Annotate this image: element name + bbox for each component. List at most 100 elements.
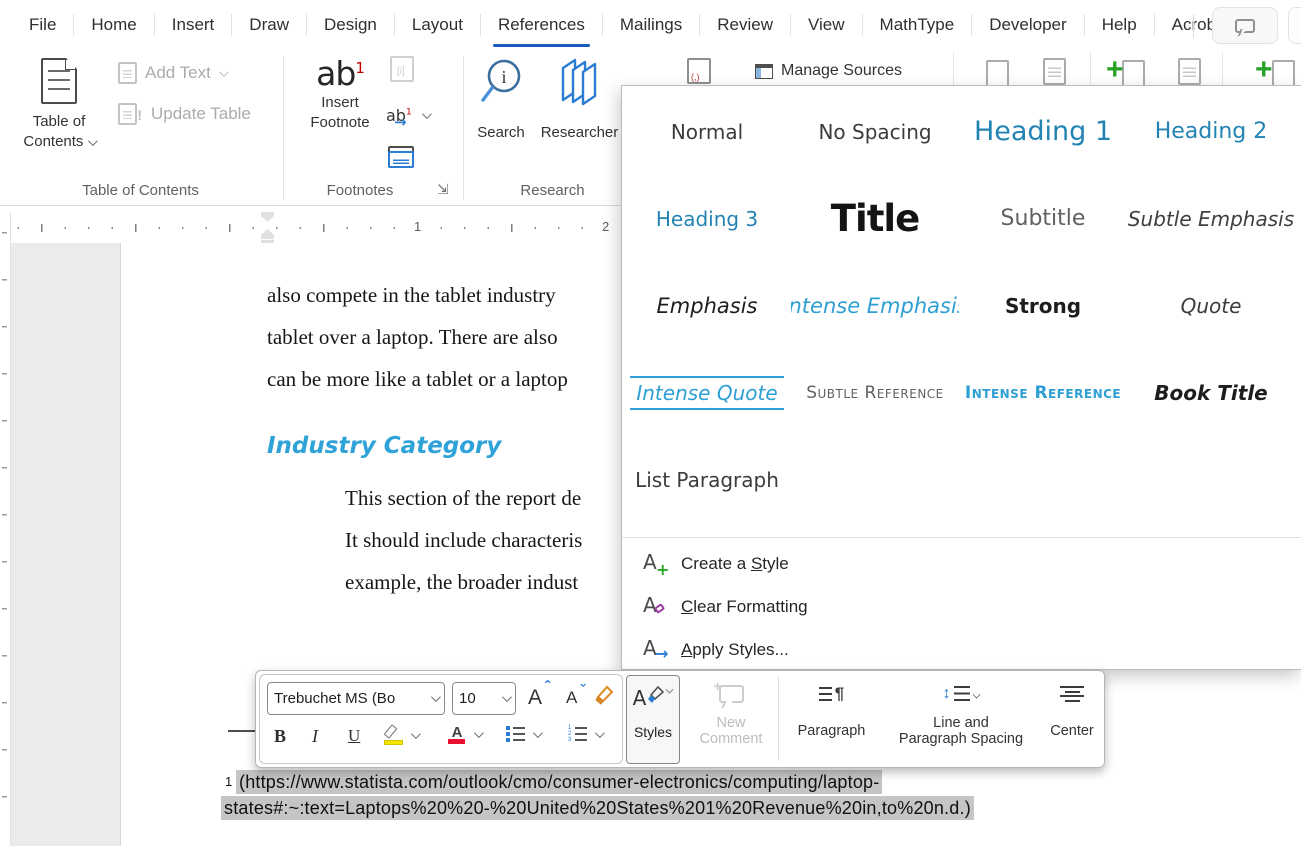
insert-caption-icon[interactable] (986, 60, 1009, 87)
font-controls-panel: Trebuchet MS (Bo 10 A A B I U (259, 674, 623, 764)
tab-view[interactable]: View (791, 0, 862, 50)
style-item-quote[interactable]: Quote (1127, 262, 1295, 349)
style-item-intense-emphasis[interactable]: Intense Emphasis (791, 262, 959, 349)
style-item-heading-2[interactable]: Heading 2 (1127, 88, 1295, 175)
tab-review[interactable]: Review (700, 0, 790, 50)
create-a-style-menu-item[interactable]: A+ Create a Style (622, 542, 1301, 585)
indent-markers[interactable] (261, 212, 274, 246)
style-item-intense-quote-selected[interactable]: Intense Quote (623, 349, 791, 436)
chevron-down-icon[interactable] (533, 728, 543, 738)
chevron-down-icon[interactable] (595, 728, 605, 738)
next-footnote-button[interactable]: ab1→ (386, 106, 429, 125)
mark-citation-icon[interactable] (1272, 60, 1295, 87)
tab-insert[interactable]: Insert (155, 0, 232, 50)
researcher-button[interactable]: Researcher (538, 56, 621, 141)
footnote-reference-mark: 1 (225, 774, 232, 789)
style-item-subtle-reference[interactable]: Subtle Reference (791, 349, 959, 436)
underline-button[interactable]: U (348, 726, 360, 746)
font-color-button[interactable]: A (448, 724, 481, 744)
style-item-list-paragraph[interactable]: List Paragraph (623, 436, 791, 523)
tab-design[interactable]: Design (307, 0, 394, 50)
table-of-contents-button[interactable]: Table of Contents (16, 56, 102, 176)
italic-button[interactable]: I (312, 726, 318, 747)
tab-mathtype[interactable]: MathType (863, 0, 972, 50)
style-item-intense-reference[interactable]: Intense Reference (959, 349, 1127, 436)
document-text-line[interactable]: tablet over a laptop. There are also (267, 325, 558, 350)
highlighter-icon (384, 725, 404, 745)
show-notes-button[interactable] (388, 146, 414, 168)
clear-formatting-menu-item[interactable]: A Clear Formatting (622, 585, 1301, 628)
line-spacing-button[interactable]: ↕ Line and Paragraph Spacing (882, 677, 1040, 747)
tab-references[interactable]: References (481, 0, 602, 50)
font-name-combobox[interactable]: Trebuchet MS (Bo (267, 682, 445, 715)
font-color-icon: A (448, 724, 466, 744)
footnote-text-line[interactable]: states#:~:text=Laptops%20%20-%20United%2… (221, 798, 974, 819)
word-window: File Home Insert Draw Design Layout Refe… (0, 0, 1301, 846)
document-heading[interactable]: Industry Category (267, 433, 501, 459)
bullets-button[interactable] (506, 726, 540, 742)
tab-mailings[interactable]: Mailings (603, 0, 699, 50)
style-item-no-spacing[interactable]: No Spacing (791, 88, 959, 175)
style-item-heading-1[interactable]: Heading 1 (959, 88, 1127, 175)
shrink-font-button[interactable]: A (566, 688, 577, 708)
manage-sources-button[interactable]: Manage Sources (755, 62, 902, 80)
bold-button[interactable]: B (274, 726, 286, 747)
center-align-button[interactable]: Center (1042, 677, 1102, 739)
document-text-line[interactable]: also compete in the tablet industry (267, 283, 556, 308)
ruler-inch-label: 2 (599, 219, 612, 234)
vertical-ruler[interactable] (0, 212, 11, 846)
styles-icon: A (633, 686, 647, 710)
style-item-heading-3[interactable]: Heading 3 (623, 175, 791, 262)
numbering-button[interactable]: 1 2 3 (568, 726, 602, 742)
format-painter-button[interactable] (594, 683, 618, 707)
gallery-menu-divider (622, 537, 1301, 538)
next-footnote-icon: ab1→ (386, 106, 412, 125)
mark-entry-icon[interactable] (1122, 60, 1145, 87)
toc-button-label: Table of Contents (16, 112, 102, 152)
text-highlight-button[interactable] (384, 725, 418, 745)
font-size-combobox[interactable]: 10 (452, 682, 516, 715)
document-text-line[interactable]: It should include characteris (345, 528, 582, 553)
footnote-text-line[interactable]: (https://www.statista.com/outlook/cmo/co… (236, 772, 882, 793)
tab-home[interactable]: Home (74, 0, 153, 50)
add-text-button-disabled: Add Text (118, 62, 226, 84)
insert-citation-button[interactable] (687, 58, 711, 84)
chevron-down-icon[interactable] (411, 729, 421, 739)
toolbar-divider (778, 677, 779, 761)
insert-footnote-button[interactable]: ab1 Insert Footnote (300, 54, 380, 180)
tab-draw[interactable]: Draw (232, 0, 306, 50)
footnotes-dialog-launcher[interactable]: ⇲ (437, 181, 449, 198)
manage-sources-icon (755, 64, 773, 79)
chevron-down-icon[interactable] (431, 692, 441, 702)
tab-file[interactable]: File (12, 0, 73, 50)
hanging-indent-marker[interactable] (261, 229, 274, 239)
new-comment-button-disabled: New Comment (686, 677, 776, 747)
plus-icon: + (1106, 60, 1124, 80)
tab-layout[interactable]: Layout (395, 0, 480, 50)
style-item-book-title[interactable]: Book Title (1127, 349, 1295, 436)
style-item-strong[interactable]: Strong (959, 262, 1127, 349)
style-item-subtitle[interactable]: Subtitle (959, 175, 1127, 262)
styles-button-pressed[interactable]: A Styles (626, 675, 680, 764)
tab-developer[interactable]: Developer (972, 0, 1084, 50)
search-button[interactable]: i Search (470, 56, 532, 141)
document-text-line[interactable]: can be more like a tablet or a laptop (267, 367, 568, 392)
style-item-subtle-emphasis[interactable]: Subtle Emphasis (1127, 175, 1295, 262)
comments-button[interactable] (1212, 7, 1278, 44)
document-text-line[interactable]: This section of the report de (345, 486, 581, 511)
table-of-figures-icon[interactable] (1043, 58, 1066, 85)
paragraph-button[interactable]: ¶ Paragraph (784, 677, 879, 739)
style-item-title[interactable]: Title (791, 175, 959, 262)
insert-index-icon[interactable] (1178, 58, 1201, 85)
first-line-indent-marker[interactable] (261, 212, 274, 222)
tab-help[interactable]: Help (1085, 0, 1154, 50)
chevron-down-icon[interactable] (474, 728, 484, 738)
insert-endnote-button-disabled (386, 60, 414, 82)
document-text-line[interactable]: example, the broader indust (345, 570, 578, 595)
style-item-normal[interactable]: Normal (623, 88, 791, 175)
chevron-down-icon[interactable] (502, 692, 512, 702)
share-button-partial[interactable] (1288, 7, 1301, 44)
apply-styles-menu-item[interactable]: A→ Apply Styles... (622, 628, 1301, 671)
grow-font-button[interactable]: A (528, 686, 542, 710)
style-item-emphasis[interactable]: Emphasis (623, 262, 791, 349)
